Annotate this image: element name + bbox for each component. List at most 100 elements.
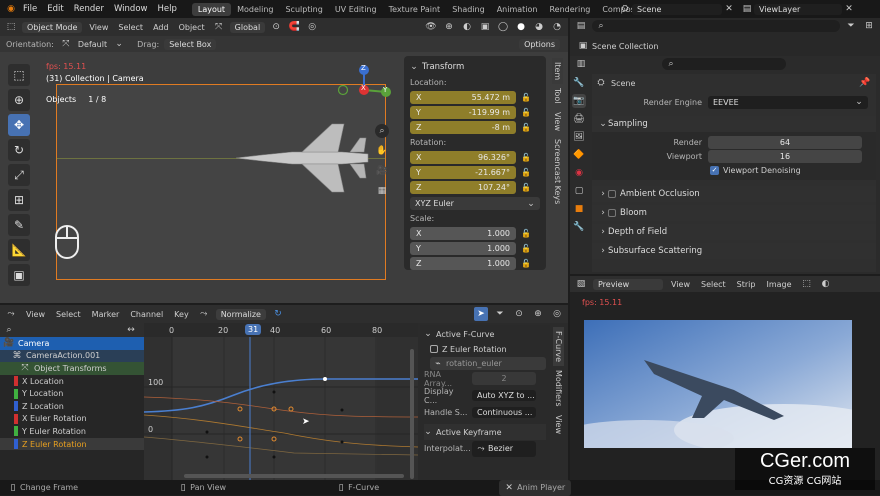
- rotation-y-field[interactable]: Y -21.667°: [410, 165, 516, 179]
- rotation-mode-dropdown[interactable]: XYZ Euler ⌄: [410, 197, 540, 210]
- channel-z-euler[interactable]: Z Euler Rotation: [0, 437, 144, 451]
- tab-uv-editing[interactable]: UV Editing: [329, 3, 383, 16]
- zoom-icon[interactable]: ⌕: [375, 124, 389, 138]
- scale-x-field[interactable]: X 1.000: [410, 226, 516, 240]
- transform-collapse-icon[interactable]: ⌄: [410, 60, 418, 74]
- measure-tool[interactable]: 📐: [8, 239, 30, 261]
- view-layer-props-icon[interactable]: 🖼: [572, 130, 586, 144]
- properties-editor-icon[interactable]: ▥: [574, 57, 588, 71]
- tool-props-icon[interactable]: 🔧: [572, 76, 586, 90]
- shading-solid-icon[interactable]: ●: [514, 20, 528, 34]
- graph-menu-key[interactable]: Key: [171, 310, 192, 319]
- visibility-icon[interactable]: 👁: [424, 20, 438, 34]
- rna-array-field[interactable]: 2: [472, 372, 536, 385]
- graph-menu-view[interactable]: View: [23, 310, 48, 319]
- object-props-icon[interactable]: ■: [572, 202, 586, 216]
- move-tool[interactable]: ✥: [8, 114, 30, 136]
- render-samples-field[interactable]: 64: [708, 135, 862, 149]
- lock-icon[interactable]: 🔓: [520, 165, 532, 179]
- menu-edit[interactable]: Edit: [42, 4, 68, 14]
- lock-icon[interactable]: 🔓: [520, 241, 532, 255]
- channel-object-transforms[interactable]: ⤧ Object Transforms: [0, 362, 144, 375]
- channel-swap-icon[interactable]: ↔: [124, 323, 138, 337]
- rotate-tool[interactable]: ↻: [8, 139, 30, 161]
- menu-render[interactable]: Render: [69, 4, 109, 14]
- tab-fcurve[interactable]: F-Curve: [553, 327, 564, 367]
- keyframe-collapse-icon[interactable]: ⌄: [424, 425, 432, 439]
- ao-checkbox[interactable]: [608, 190, 616, 198]
- preview-menu-strip[interactable]: Strip: [734, 280, 759, 289]
- scale-tool[interactable]: ⤢: [8, 164, 30, 186]
- modifier-props-icon[interactable]: 🔧: [572, 220, 586, 234]
- refresh-icon[interactable]: ↻: [271, 307, 285, 321]
- xray-icon[interactable]: ▣: [478, 20, 492, 34]
- tab-rendering[interactable]: Rendering: [543, 3, 596, 16]
- output-props-icon[interactable]: 🖨: [572, 112, 586, 126]
- channel-z-location[interactable]: Z Location: [0, 400, 144, 413]
- bloom-checkbox[interactable]: [608, 209, 616, 217]
- preview-display-icon[interactable]: ⬚: [800, 277, 814, 291]
- cursor-tool[interactable]: ⊕: [8, 89, 30, 111]
- tab-texture-paint[interactable]: Texture Paint: [383, 3, 447, 16]
- subsurface-scattering-section[interactable]: › Subsurface Scattering: [592, 243, 876, 259]
- preview-overlay-icon[interactable]: ◐: [819, 277, 833, 291]
- blender-logo-icon[interactable]: ◉: [4, 2, 18, 16]
- shading-material-icon[interactable]: ◕: [532, 20, 546, 34]
- scene-props-icon[interactable]: 🔶: [572, 148, 586, 162]
- camera-view-icon[interactable]: 🎥: [375, 164, 389, 178]
- tab-view[interactable]: View: [552, 108, 563, 135]
- lock-icon[interactable]: 🔓: [520, 150, 532, 164]
- jet-model[interactable]: [232, 118, 372, 198]
- shading-rendered-icon[interactable]: ◔: [550, 20, 564, 34]
- close-scene-icon[interactable]: ✕: [722, 2, 736, 16]
- channel-camera[interactable]: 🎥 Camera: [0, 337, 144, 350]
- graph-menu-marker[interactable]: Marker: [89, 310, 123, 319]
- viewport-menu-select[interactable]: Select: [115, 23, 146, 32]
- tab-modifiers[interactable]: Modifiers: [553, 366, 564, 411]
- proportional-graph-icon[interactable]: ◎: [550, 307, 564, 321]
- pivot-graph-icon[interactable]: ⊙: [512, 307, 526, 321]
- lock-icon[interactable]: 🔓: [520, 105, 532, 119]
- outliner-filter-icon[interactable]: ⏷: [844, 19, 858, 33]
- lock-icon[interactable]: 🔓: [520, 226, 532, 240]
- tab-tool[interactable]: Tool: [552, 84, 563, 108]
- scene-field[interactable]: Scene: [632, 3, 722, 15]
- scale-y-field[interactable]: Y 1.000: [410, 241, 516, 255]
- proportional-icon[interactable]: ◎: [305, 20, 319, 34]
- graph-vscroll[interactable]: [410, 349, 414, 479]
- view-layer-field[interactable]: ViewLayer: [754, 3, 842, 15]
- viewport-denoising-checkbox[interactable]: ✓: [710, 165, 719, 175]
- outliner-editor-icon[interactable]: ▤: [574, 19, 588, 33]
- pan-hand-icon[interactable]: ✋: [375, 144, 389, 158]
- add-cube-tool[interactable]: ▣: [8, 264, 30, 286]
- tab-screencast-keys[interactable]: Screencast Keys: [552, 135, 563, 208]
- fcurve-collapse-icon[interactable]: ⌄: [424, 327, 432, 341]
- orientation-dropdown[interactable]: Default: [78, 40, 107, 49]
- menu-help[interactable]: Help: [152, 4, 181, 14]
- tab-animation[interactable]: Animation: [491, 3, 544, 16]
- menu-window[interactable]: Window: [109, 4, 153, 14]
- preview-menu-select[interactable]: Select: [698, 280, 729, 289]
- anim-player-close-icon[interactable]: ✕: [505, 481, 513, 495]
- channel-y-location[interactable]: Y Location: [0, 387, 144, 400]
- snap-icon[interactable]: 🧲: [287, 20, 301, 34]
- fcurve-path-field[interactable]: ⌁ rotation_euler: [430, 357, 546, 370]
- viewport-menu-view[interactable]: View: [86, 23, 111, 32]
- gizmo-toggle-icon[interactable]: ⊕: [442, 20, 456, 34]
- cursor-select-icon[interactable]: ➤: [474, 307, 488, 321]
- channel-y-euler[interactable]: Y Euler Rotation: [0, 425, 144, 438]
- transform-tool[interactable]: ⊞: [8, 189, 30, 211]
- anim-player-button[interactable]: ✕ Anim Player: [499, 479, 572, 496]
- scene-collection-row[interactable]: ▣ Scene Collection: [570, 38, 880, 54]
- filter-channels-icon[interactable]: ⏷: [493, 307, 507, 321]
- preview-menu-view[interactable]: View: [668, 280, 693, 289]
- render-engine-dropdown[interactable]: EEVEE ⌄: [708, 95, 868, 109]
- channel-x-euler[interactable]: X Euler Rotation: [0, 413, 144, 426]
- depth-of-field-section[interactable]: › Depth of Field: [592, 224, 876, 240]
- bloom-section[interactable]: › Bloom: [592, 205, 876, 221]
- tab-item[interactable]: Item: [552, 58, 563, 85]
- tab-shading[interactable]: Shading: [446, 3, 491, 16]
- preview-menu-image[interactable]: Image: [763, 280, 794, 289]
- lock-icon[interactable]: 🔓: [520, 256, 532, 270]
- ambient-occlusion-section[interactable]: › Ambient Occlusion: [592, 186, 876, 202]
